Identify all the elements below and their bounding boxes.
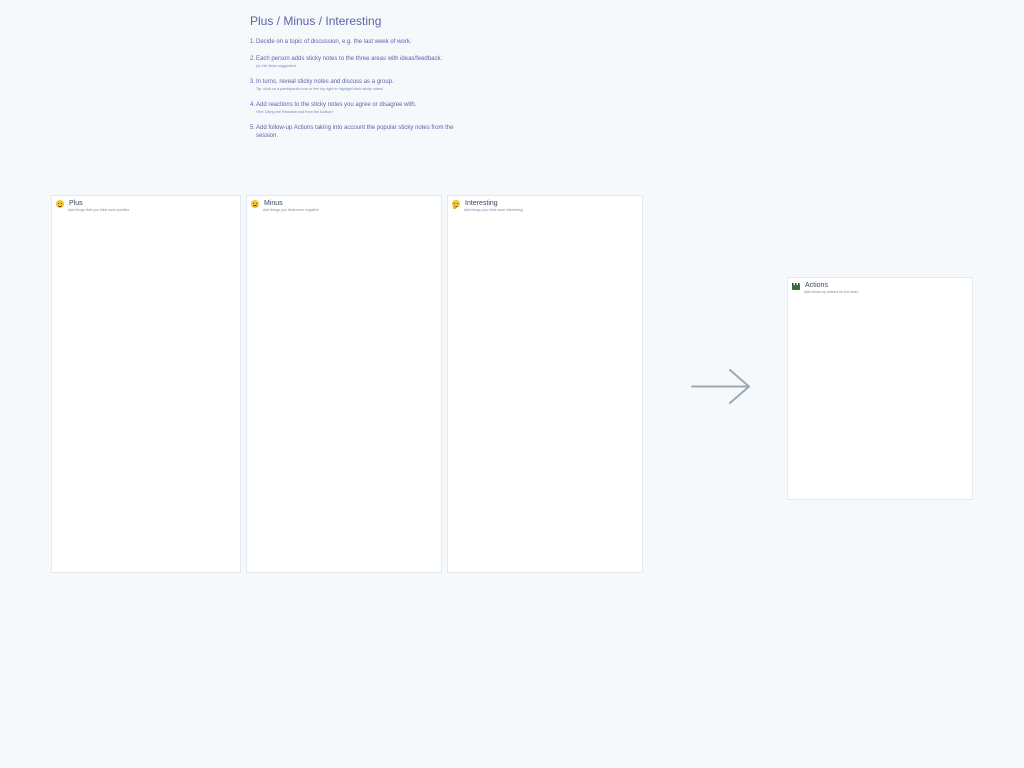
step-hint: (x) min timer suggested [256, 64, 296, 68]
plus-panel-header: Plus [56, 200, 83, 208]
whiteboard-canvas[interactable]: Plus / Minus / Interesting 1.Decide on a… [0, 0, 1024, 768]
step-hint: Hint: Using the Reaction tool from the t… [256, 110, 333, 114]
actions-panel-title[interactable]: Actions [805, 282, 828, 290]
plus-panel-title[interactable]: Plus [69, 200, 83, 208]
step-text: Add reactions to the sticky notes you ag… [256, 102, 417, 108]
interesting-panel-title[interactable]: Interesting [465, 200, 498, 208]
instruction-step-2: 2.Each person adds sticky notes to the t… [250, 55, 470, 69]
plus-panel-subtitle: Add things that you think were positive [68, 208, 130, 212]
minus-panel[interactable]: Minus Add things you think were negative [246, 195, 442, 573]
interesting-panel[interactable]: Interesting Add things you think were in… [447, 195, 643, 573]
instruction-step-1: 1.Decide on a topic of discussion, e.g. … [250, 38, 470, 46]
step-text: Decide on a topic of discussion, e.g. th… [256, 39, 412, 45]
step-text: Add follow-up Actions taking into accoun… [256, 125, 454, 139]
clapper-board-icon [792, 283, 800, 290]
instruction-step-5: 5. Add follow-up Actions taking into acco… [250, 124, 470, 140]
plus-panel[interactable]: Plus Add things that you think were posi… [51, 195, 241, 573]
minus-panel-header: Minus [251, 200, 283, 208]
interesting-panel-subtitle: Add things you think were interesting [464, 208, 523, 212]
grinning-face-icon [56, 200, 64, 208]
minus-panel-subtitle: Add things you think were negative [263, 208, 319, 212]
arrow-right-icon[interactable] [691, 368, 753, 406]
step-hint: Tip: click on a participant's icon in th… [256, 87, 384, 91]
board-title: Plus / Minus / Interesting [250, 14, 382, 28]
minus-panel-title[interactable]: Minus [264, 200, 283, 208]
instruction-step-4: 4.Add reactions to the sticky notes you … [250, 101, 470, 115]
thinking-face-icon [452, 200, 460, 209]
instruction-step-3: 3.In turns, reveal sticky notes and disc… [250, 78, 470, 92]
step-text: Each person adds sticky notes to the thr… [256, 56, 443, 62]
actions-panel-subtitle: Add follow-up actions for the team [804, 290, 859, 294]
actions-panel-header: Actions [792, 282, 828, 290]
interesting-panel-header: Interesting [452, 200, 498, 209]
instructions-block: Plus / Minus / Interesting 1.Decide on a… [250, 14, 470, 149]
step-text: In turns, reveal sticky notes and discus… [256, 79, 394, 85]
actions-panel[interactable]: Actions Add follow-up actions for the te… [787, 277, 973, 500]
worried-face-icon [251, 200, 259, 208]
